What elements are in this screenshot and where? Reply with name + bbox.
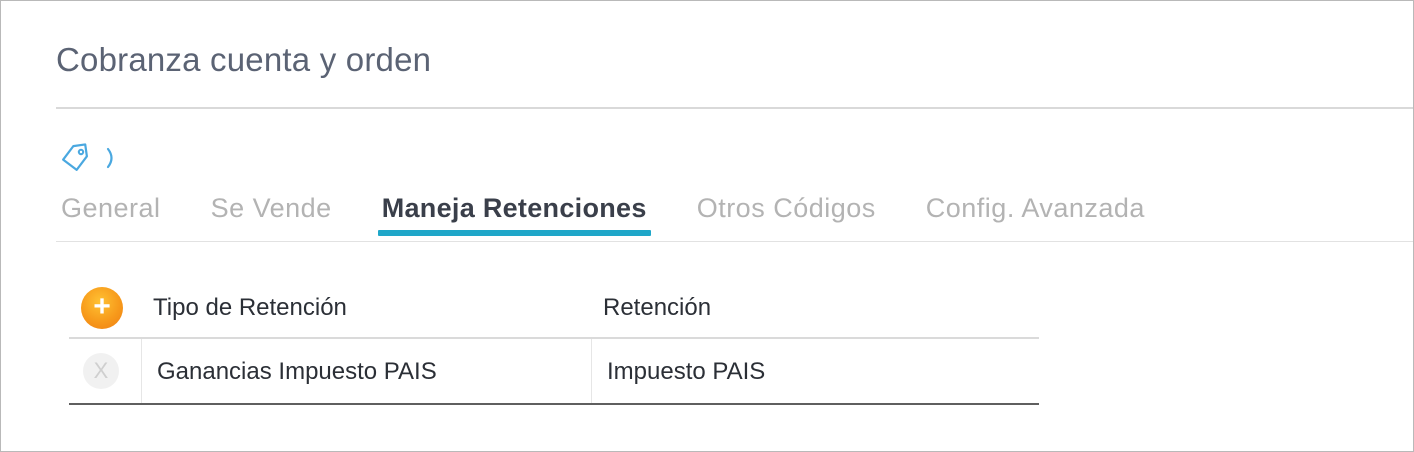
grid-header: + Tipo de Retención Retención bbox=[69, 277, 1039, 339]
tabs-divider bbox=[56, 241, 1413, 242]
retenciones-grid: + Tipo de Retención Retención X Ganancia… bbox=[69, 277, 1039, 405]
tab-otros-codigos[interactable]: Otros Códigos bbox=[697, 193, 876, 234]
table-row: X Ganancias Impuesto PAIS Impuesto PAIS bbox=[69, 339, 1039, 405]
tab-maneja-retenciones[interactable]: Maneja Retenciones bbox=[377, 193, 651, 236]
tag-icon[interactable] bbox=[59, 143, 91, 173]
page-title: Cobranza cuenta y orden bbox=[56, 41, 432, 78]
column-divider bbox=[141, 339, 142, 403]
column-header-retencion: Retención bbox=[603, 294, 712, 321]
cell-tipo-retencion[interactable]: Ganancias Impuesto PAIS bbox=[157, 358, 437, 386]
panel: Cobranza cuenta y orden General Se Vende… bbox=[0, 0, 1414, 452]
tab-config-avanzada[interactable]: Config. Avanzada bbox=[926, 193, 1145, 234]
plus-icon: + bbox=[93, 290, 111, 323]
title-divider bbox=[56, 107, 1413, 109]
tab-se-vende[interactable]: Se Vende bbox=[211, 193, 332, 234]
column-divider bbox=[591, 339, 592, 403]
column-header-tipo-retencion: Tipo de Retención bbox=[153, 294, 347, 321]
close-icon: X bbox=[93, 358, 109, 383]
cell-retencion[interactable]: Impuesto PAIS bbox=[607, 358, 765, 386]
add-retencion-button[interactable]: + bbox=[81, 287, 123, 329]
breadcrumb bbox=[59, 143, 117, 173]
tab-bar: General Se Vende Maneja Retenciones Otro… bbox=[61, 193, 1145, 236]
chevron-right-icon bbox=[105, 145, 117, 171]
tab-general[interactable]: General bbox=[61, 193, 161, 234]
delete-row-button[interactable]: X bbox=[83, 353, 119, 389]
